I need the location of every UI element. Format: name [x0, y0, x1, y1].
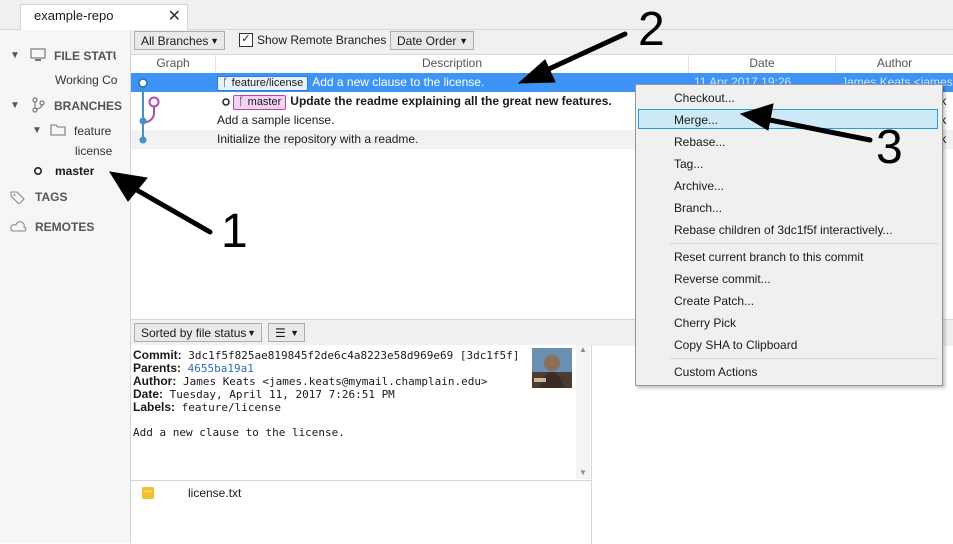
- annotation-arrow-3: [757, 115, 873, 143]
- annotation-number-3: 3: [876, 121, 903, 174]
- annotation-number-2: 2: [638, 3, 665, 56]
- annotation-arrowhead-2: [517, 59, 556, 84]
- annotation-arrowhead-1: [108, 171, 148, 202]
- annotation-arrow-2: [535, 31, 628, 77]
- annotation-overlay: [108, 31, 873, 235]
- annotation-arrowhead-3: [739, 103, 774, 131]
- annotation-number-1: 1: [221, 205, 248, 258]
- annotation-arrow-1: [125, 182, 213, 235]
